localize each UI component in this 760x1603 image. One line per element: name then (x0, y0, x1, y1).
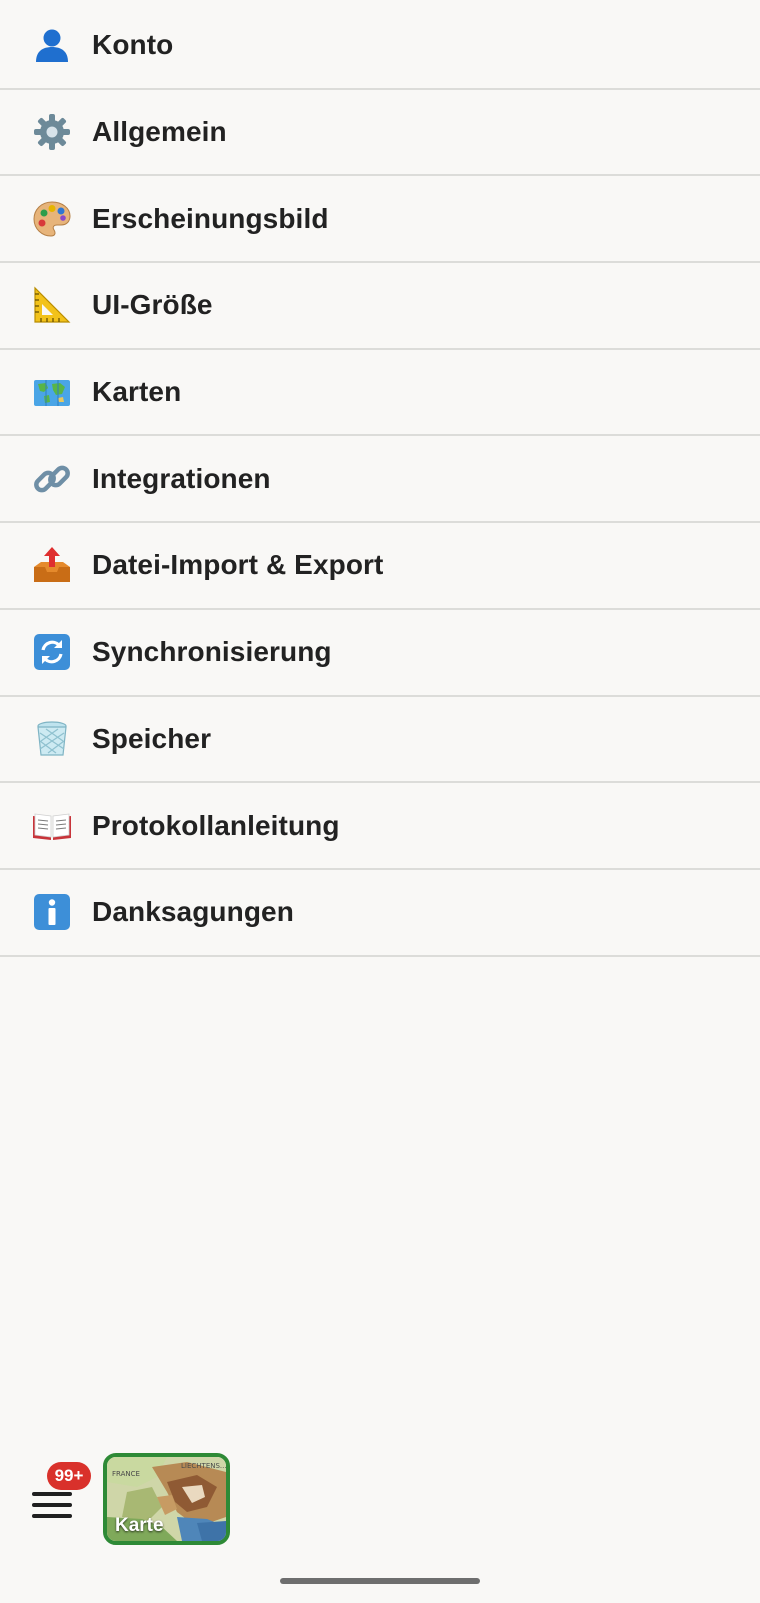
map-tile-button[interactable]: FRANCE LIECHTENS... Karte (103, 1453, 230, 1545)
menu-item-integrationen[interactable]: Integrationen (0, 436, 760, 524)
palette-icon (30, 197, 74, 241)
open-book-icon (30, 804, 74, 848)
menu-item-karten[interactable]: Karten (0, 350, 760, 437)
menu-item-label: Karten (92, 376, 182, 408)
menu-item-ui-groesse[interactable]: UI-Größe (0, 263, 760, 350)
map-region-label: LIECHTENS... (181, 1462, 227, 1470)
wastebasket-icon (30, 717, 74, 761)
menu-item-label: Allgemein (92, 116, 227, 148)
menu-item-label: Danksagungen (92, 896, 294, 928)
map-tile-label: Karte (115, 1515, 164, 1536)
sync-arrows-icon (30, 630, 74, 674)
menu-item-label: Erscheinungsbild (92, 202, 329, 234)
menu-item-label: Speicher (92, 722, 212, 754)
person-icon (30, 23, 74, 67)
menu-item-erscheinungsbild[interactable]: Erscheinungsbild (0, 176, 760, 264)
outbox-tray-icon (30, 543, 74, 587)
menu-item-konto[interactable]: Konto (0, 3, 760, 90)
menu-item-label: UI-Größe (92, 289, 213, 321)
map-region-label: FRANCE (112, 1470, 140, 1478)
menu-item-label: Datei-Import & Export (92, 549, 384, 581)
menu-item-label: Synchronisierung (92, 636, 332, 668)
link-icon (30, 457, 74, 501)
menu-item-speicher[interactable]: Speicher (0, 697, 760, 784)
menu-item-label: Integrationen (92, 462, 271, 494)
menu-item-datei-import-export[interactable]: Datei-Import & Export (0, 523, 760, 610)
menu-item-label: Protokollanleitung (92, 809, 340, 841)
menu-item-allgemein[interactable]: Allgemein (0, 90, 760, 177)
menu-item-protokollanleitung[interactable]: Protokollanleitung (0, 783, 760, 870)
triangle-ruler-icon (30, 283, 74, 327)
info-icon (30, 890, 74, 934)
home-indicator[interactable] (280, 1578, 480, 1584)
bottom-bar: 99+ FRANCE LIECHTENS... Karte (0, 1440, 760, 1560)
world-map-icon (30, 370, 74, 414)
menu-item-danksagungen[interactable]: Danksagungen (0, 870, 760, 957)
settings-menu-list: Konto Allgemein Erscheinungsbild UI-Größ… (0, 3, 760, 957)
menu-item-synchronisierung[interactable]: Synchronisierung (0, 610, 760, 697)
notification-badge: 99+ (47, 1462, 91, 1490)
gear-icon (30, 110, 74, 154)
menu-item-label: Konto (92, 29, 174, 61)
